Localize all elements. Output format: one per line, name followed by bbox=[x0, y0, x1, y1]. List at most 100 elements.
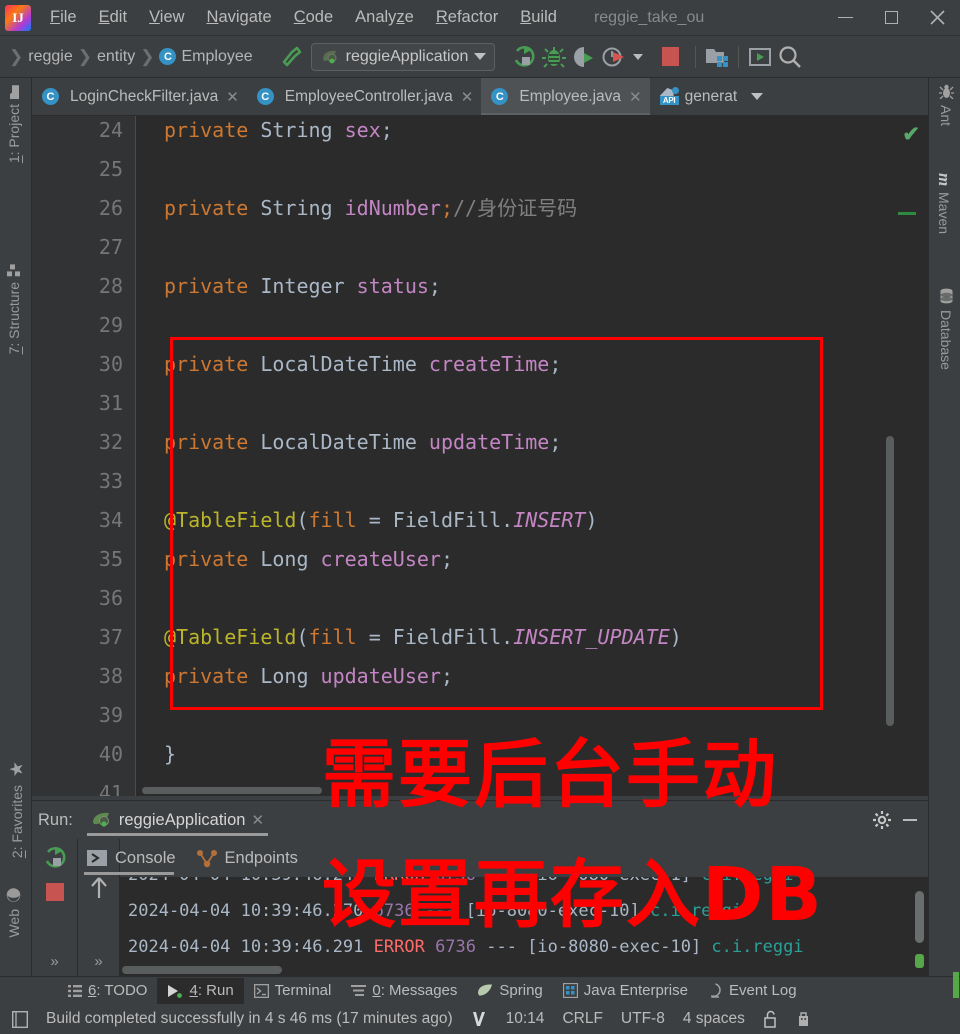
inspector-icon[interactable] bbox=[787, 1010, 820, 1028]
build-status-icon[interactable] bbox=[0, 1010, 37, 1028]
code-line[interactable]: private String idNumber;//身份证号码 bbox=[164, 198, 577, 218]
console-vertical-scrollbar[interactable] bbox=[915, 891, 924, 943]
menu-refactor[interactable]: Refactor bbox=[425, 6, 509, 29]
code-line[interactable]: private Integer status; bbox=[164, 276, 441, 296]
menu-analyze[interactable]: Analyze bbox=[344, 6, 425, 29]
run-with-coverage-icon[interactable] bbox=[569, 42, 599, 72]
sidebar-item-project[interactable]: 1: Project bbox=[6, 85, 22, 163]
sidebar-item-structure[interactable]: 7: Structure bbox=[6, 263, 22, 354]
run-tab-reggie-application[interactable]: reggieApplication ✕ bbox=[83, 801, 272, 839]
sidebar-item-ant[interactable]: Ant bbox=[938, 84, 954, 126]
run-configuration-selector[interactable]: reggieApplication bbox=[310, 42, 496, 71]
run-icon[interactable] bbox=[509, 42, 539, 72]
stop-icon[interactable] bbox=[655, 42, 685, 72]
update-app-icon[interactable] bbox=[745, 42, 775, 72]
code-line[interactable]: private LocalDateTime createTime; bbox=[164, 354, 561, 374]
bottom-item-spring[interactable]: Spring bbox=[467, 978, 552, 1004]
bottom-item-todo[interactable]: 6: TODO bbox=[58, 978, 157, 1004]
arrow-up-icon[interactable] bbox=[88, 875, 110, 901]
tab-close-icon[interactable]: ✕ bbox=[461, 88, 474, 106]
menu-code[interactable]: Code bbox=[283, 6, 344, 29]
menu-file[interactable]: File bbox=[39, 6, 88, 29]
line-number: 24 bbox=[98, 118, 123, 142]
code-line[interactable]: private Long updateUser; bbox=[164, 666, 453, 686]
bottom-item-messages[interactable]: 0: Messages bbox=[341, 978, 467, 1004]
code-token: ; bbox=[549, 352, 562, 376]
rerun-icon[interactable] bbox=[42, 845, 68, 871]
minimize-button[interactable] bbox=[822, 1, 868, 35]
profile-icon[interactable] bbox=[599, 42, 629, 72]
menu-build[interactable]: Build bbox=[509, 6, 568, 29]
maximize-button[interactable] bbox=[868, 1, 914, 35]
menu-view[interactable]: View bbox=[138, 6, 195, 29]
database-icon bbox=[940, 288, 952, 304]
search-everywhere-icon[interactable] bbox=[775, 42, 805, 72]
build-message[interactable]: Build completed successfully in 4 s 46 m… bbox=[37, 1010, 462, 1028]
console-horizontal-scrollbar[interactable] bbox=[122, 966, 282, 974]
console-marker-green bbox=[915, 954, 924, 968]
tab-endpoints[interactable]: Endpoints bbox=[188, 839, 310, 877]
breadcrumb-employee[interactable]: C Employee bbox=[159, 48, 253, 66]
code-token: private bbox=[164, 430, 249, 454]
code-token: LocalDateTime bbox=[248, 430, 429, 454]
tab-close-icon[interactable]: ✕ bbox=[629, 88, 642, 106]
bottom-item-run[interactable]: 4: Run bbox=[157, 977, 244, 1004]
structure-icon bbox=[7, 264, 21, 276]
tab-overflow-chevron-down-icon[interactable] bbox=[751, 93, 764, 100]
sidebar-item-maven[interactable]: m Maven bbox=[934, 173, 954, 234]
terminal-icon bbox=[253, 983, 269, 998]
inspection-ok-icon[interactable]: ✔ bbox=[902, 122, 920, 147]
bottom-item-event-log[interactable]: Event Log bbox=[698, 978, 807, 1004]
stop-square-icon[interactable] bbox=[45, 883, 64, 901]
more-actions-chevron-icon[interactable]: » bbox=[50, 953, 58, 970]
build-hammer-icon[interactable] bbox=[277, 42, 307, 72]
breadcrumb-sep-1: ❯ bbox=[77, 46, 92, 66]
unlocked-icon[interactable] bbox=[754, 1010, 787, 1028]
editor-horizontal-scrollbar[interactable] bbox=[142, 787, 322, 794]
left-tool-stripe: 1: Project 7: Structure 2: Favorites ★ W… bbox=[0, 78, 32, 976]
code-editor[interactable]: 24 25 26 27 28 29 30 31 32 33 34 35 36 37 38 39 40 41 pri… bbox=[32, 116, 928, 796]
line-number: 26 bbox=[98, 196, 123, 220]
menu-navigate[interactable]: Navigate bbox=[196, 6, 283, 29]
code-line[interactable]: private LocalDateTime updateTime; bbox=[164, 432, 561, 452]
breadcrumb-entity[interactable]: entity bbox=[97, 48, 135, 66]
right-tool-stripe: Ant m Maven Database bbox=[928, 78, 960, 976]
code-line[interactable]: @TableField(fill = FieldFill.INSERT) bbox=[164, 510, 598, 530]
tab-employee-controller[interactable]: C EmployeeController.java ✕ bbox=[247, 78, 482, 115]
code-line[interactable]: @TableField(fill = FieldFill.INSERT_UPDA… bbox=[164, 627, 682, 647]
indent-setting[interactable]: 4 spaces bbox=[674, 1010, 754, 1028]
code-line[interactable]: private Long createUser; bbox=[164, 549, 453, 569]
profile-chevron-down-icon[interactable] bbox=[629, 42, 647, 72]
tab-login-check-filter[interactable]: C LoginCheckFilter.java ✕ bbox=[32, 78, 247, 115]
gear-icon[interactable] bbox=[872, 810, 892, 830]
tab-generate[interactable]: API generat bbox=[650, 78, 772, 115]
sidebar-item-favorites[interactable]: 2: Favorites ★ bbox=[6, 758, 28, 859]
run-tab-close-icon[interactable]: ✕ bbox=[251, 811, 264, 829]
menu-edit[interactable]: Edit bbox=[88, 6, 138, 29]
tab-console[interactable]: Console bbox=[78, 839, 188, 877]
marker-stripe-change[interactable] bbox=[898, 212, 916, 215]
editor-code-area[interactable]: private String sex; private String idNumb… bbox=[136, 116, 928, 796]
run-sub-tabs: Console Endpoints bbox=[78, 839, 310, 877]
web-label: Web bbox=[6, 909, 22, 938]
sidebar-item-web[interactable]: Web bbox=[6, 888, 22, 938]
debug-icon[interactable] bbox=[539, 42, 569, 72]
breadcrumb-sep-0: ❯ bbox=[9, 46, 24, 66]
breadcrumb-reggie[interactable]: reggie bbox=[28, 48, 72, 66]
vcs-icon[interactable] bbox=[462, 1010, 497, 1029]
close-button[interactable] bbox=[914, 1, 960, 35]
code-line[interactable]: private String sex; bbox=[164, 120, 393, 140]
more-console-actions-chevron-icon[interactable]: » bbox=[94, 953, 102, 970]
tab-close-icon[interactable]: ✕ bbox=[226, 88, 239, 106]
project-structure-icon[interactable] bbox=[702, 42, 732, 72]
minimize-icon[interactable] bbox=[900, 810, 920, 830]
sidebar-item-database[interactable]: Database bbox=[938, 288, 954, 370]
intellij-logo-icon: IJ bbox=[5, 4, 31, 31]
tab-employee[interactable]: C Employee.java ✕ bbox=[481, 78, 650, 115]
file-encoding[interactable]: UTF-8 bbox=[612, 1010, 674, 1028]
line-separator[interactable]: CRLF bbox=[553, 1010, 611, 1028]
bottom-item-java-enterprise[interactable]: Java Enterprise bbox=[553, 978, 698, 1004]
editor-vertical-scrollbar[interactable] bbox=[886, 436, 894, 726]
bottom-item-terminal[interactable]: Terminal bbox=[244, 978, 342, 1004]
code-line[interactable]: } bbox=[164, 744, 176, 764]
